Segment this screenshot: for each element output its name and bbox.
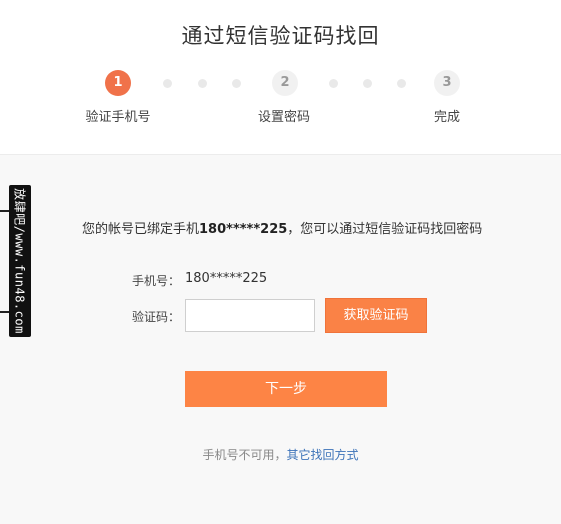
binding-notice: 您的帐号已绑定手机180*****225，您可以通过短信验证码找回密码 (82, 218, 542, 237)
progress-dot (232, 79, 241, 88)
progress-dot (363, 79, 372, 88)
watermark: 放肆吧/www.fun48.com (9, 185, 31, 337)
next-step-button[interactable]: 下一步 (185, 371, 387, 407)
verification-code-input[interactable] (185, 299, 315, 332)
progress-dot (198, 79, 207, 88)
header-section: 通过短信验证码找回 1 2 3 验证手机号 设置密码 完成 (0, 0, 561, 155)
step-2-indicator: 2 (272, 70, 298, 96)
watermark-text: 放肆吧/www.fun48.com (12, 188, 27, 334)
step-1-label: 验证手机号 (85, 110, 151, 125)
phone-label: 手机号： (131, 274, 180, 288)
alternative-text: 手机号不可用， (202, 448, 287, 462)
progress-dot (397, 79, 406, 88)
notice-prefix: 您的帐号已绑定手机 (82, 222, 200, 237)
progress-dot (329, 79, 338, 88)
other-recovery-link[interactable]: 其它找回方式 (287, 448, 359, 462)
step-3-label: 完成 (433, 110, 460, 125)
alternative-recovery: 手机号不可用，其它找回方式 (0, 446, 561, 463)
notice-suffix: ，您可以通过短信验证码找回密码 (287, 222, 483, 237)
step-1-indicator: 1 (105, 70, 131, 96)
phone-value: 180*****225 (185, 271, 268, 286)
page-title: 通过短信验证码找回 (181, 24, 380, 48)
step-2-label: 设置密码 (257, 110, 310, 125)
step-3-indicator: 3 (434, 70, 460, 96)
progress-dot (163, 79, 172, 88)
get-code-button[interactable]: 获取验证码 (325, 298, 427, 333)
notice-phone: 180*****225 (199, 222, 288, 237)
code-label: 验证码： (131, 310, 180, 324)
